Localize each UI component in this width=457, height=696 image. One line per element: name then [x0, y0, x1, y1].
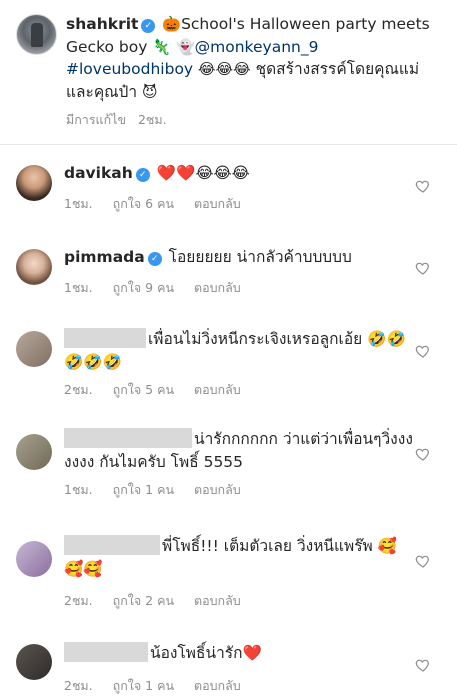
comment-likes[interactable]: ถูกใจ 6 คน [113, 196, 174, 211]
caption-hashtag[interactable]: #loveubodhiboy [66, 60, 193, 78]
ghost-emoji: 👻 [175, 37, 195, 56]
caption-text: shahkrit ✓ 🎃School's Halloween party meet… [66, 13, 446, 103]
avatar[interactable] [16, 331, 52, 367]
avatar[interactable] [16, 14, 57, 55]
comment-time: 1ชม. [64, 482, 93, 497]
comment-body: โอยยยยย น่ากลัวค้าบบบบบ [168, 248, 352, 266]
avatar[interactable] [16, 165, 52, 201]
comment-meta: 1ชม. ถูกใจ 6 คน ตอบกลับ [64, 194, 257, 214]
comment-meta: 1ชม. ถูกใจ 1 คน ตอบกลับ [64, 480, 257, 500]
caption-time: 2ชม. [137, 112, 167, 127]
devil-emoji: 😈 [142, 82, 158, 101]
comment-text: pimmada ✓ โอยยยยย น่ากลัวค้าบบบบบ [64, 246, 416, 269]
heart-outline-icon[interactable] [415, 343, 431, 359]
comment-text: davikah ✓ ❤️❤️😂😂😂 [64, 162, 416, 185]
reply-button[interactable]: ตอบกลับ [194, 382, 241, 397]
comment-likes[interactable]: ถูกใจ 1 คน [113, 678, 174, 693]
post-caption: shahkrit ✓ 🎃School's Halloween party meet… [0, 0, 457, 144]
reply-button[interactable]: ตอบกลับ [194, 196, 241, 211]
comment-likes[interactable]: ถูกใจ 2 คน [113, 593, 174, 608]
comment-meta: 2ชม. ถูกใจ 1 คน ตอบกลับ [64, 676, 257, 696]
caption-meta: มีการแก้ไข 2ชม. [66, 110, 175, 130]
comment-meta: 2ชม. ถูกใจ 2 คน ตอบกลับ [64, 591, 257, 611]
comment-username[interactable]: davikah [64, 164, 133, 182]
redacted-username [64, 428, 192, 448]
comment-time: 2ชม. [64, 678, 93, 693]
comment-time: 1ชม. [64, 280, 93, 295]
comment-text: พี่โพธิ์!!! เต็มตัวเลย วิ่งหนีแพร๊พ 🥰🥰🥰 [64, 535, 416, 580]
comment-likes[interactable]: ถูกใจ 9 คน [113, 280, 174, 295]
caption-username[interactable]: shahkrit [66, 15, 138, 33]
avatar[interactable] [16, 434, 52, 470]
verified-badge-icon: ✓ [141, 19, 156, 33]
reply-button[interactable]: ตอบกลับ [194, 482, 241, 497]
comment-time: 1ชม. [64, 196, 93, 211]
divider [0, 144, 457, 145]
comment-body: น้องโพธิ์น่ารัก❤️ [150, 644, 262, 662]
avatar[interactable] [16, 249, 52, 285]
comment-meta: 1ชม. ถูกใจ 9 คน ตอบกลับ [64, 278, 257, 298]
heart-outline-icon[interactable] [415, 446, 431, 462]
edited-label: มีการแก้ไข [66, 112, 126, 127]
avatar[interactable] [16, 541, 52, 577]
avatar[interactable] [16, 644, 52, 680]
laugh-emojis: 😂😂😂 [198, 60, 251, 78]
lizard-emoji: 🦎 [152, 37, 172, 56]
heart-outline-icon[interactable] [415, 260, 431, 276]
comment-text: เพื่อนไม่วิ่งหนีกระเจิงเหรอลูกเอ้ย 🤣🤣🤣🤣🤣 [64, 328, 416, 373]
heart-outline-icon[interactable] [415, 657, 431, 673]
redacted-username [64, 642, 148, 662]
redacted-username [64, 328, 146, 348]
verified-badge-icon: ✓ [135, 168, 150, 182]
comment-meta: 2ชม. ถูกใจ 5 คน ตอบกลับ [64, 380, 257, 400]
comment-likes[interactable]: ถูกใจ 1 คน [113, 482, 174, 497]
pumpkin-emoji: 🎃 [162, 15, 182, 33]
comment-username[interactable]: pimmada [64, 248, 145, 266]
comment-time: 2ชม. [64, 593, 93, 608]
reply-button[interactable]: ตอบกลับ [194, 280, 241, 295]
comment-likes[interactable]: ถูกใจ 5 คน [113, 382, 174, 397]
verified-badge-icon: ✓ [147, 252, 162, 266]
comment-body: ❤️❤️😂😂😂 [156, 164, 250, 182]
comment-text: น่ารักกกกกก ว่าแต่ว่าเพื่อนๆวิ่งงงงงงง ก… [64, 428, 416, 473]
redacted-username [64, 535, 160, 555]
heart-outline-icon[interactable] [415, 178, 431, 194]
heart-outline-icon[interactable] [415, 553, 431, 569]
comment-text: น้องโพธิ์น่ารัก❤️ [64, 642, 416, 665]
comment-time: 2ชม. [64, 382, 93, 397]
reply-button[interactable]: ตอบกลับ [194, 678, 241, 693]
caption-mention[interactable]: @monkeyann_9 [195, 38, 319, 56]
reply-button[interactable]: ตอบกลับ [194, 593, 241, 608]
